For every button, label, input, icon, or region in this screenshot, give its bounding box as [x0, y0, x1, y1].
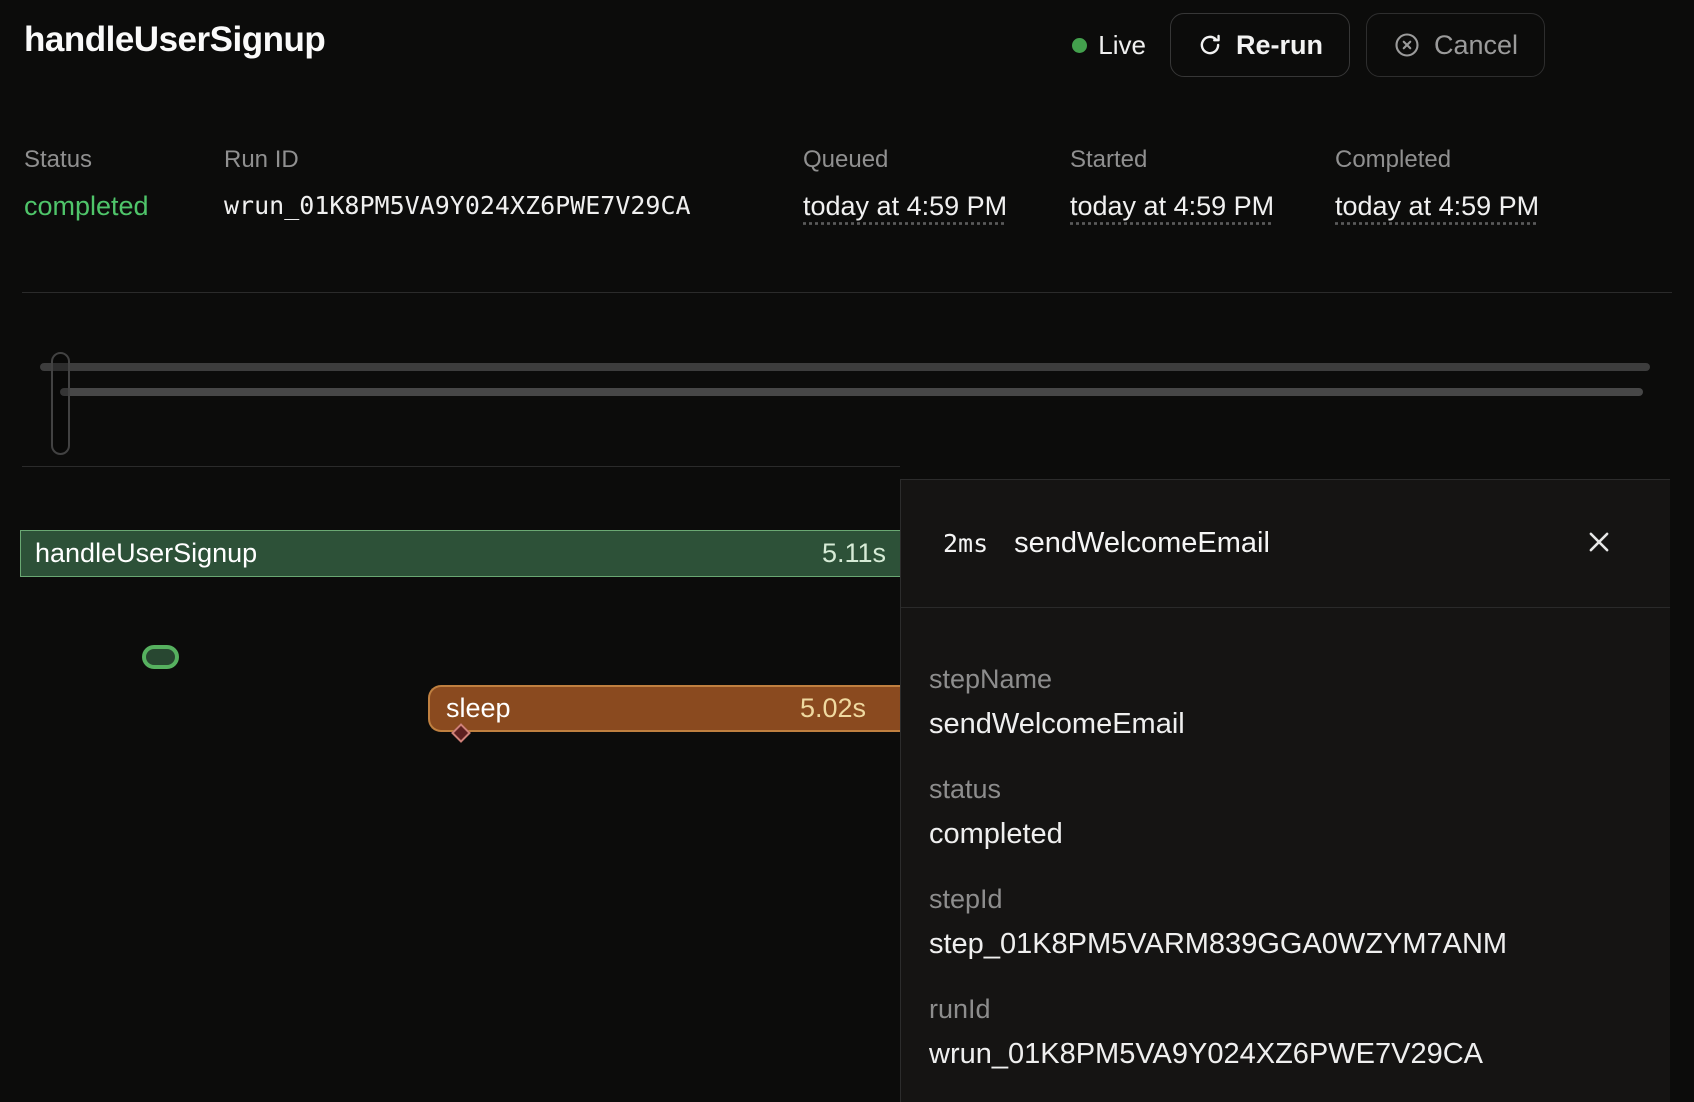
live-label: Live: [1098, 30, 1146, 61]
meta-run-id: Run ID wrun_01K8PM5VA9Y024XZ6PWE7V29CA: [224, 146, 691, 220]
minimap-viewport-handle[interactable]: [51, 352, 70, 455]
step-detail-header: 2ms sendWelcomeEmail: [901, 480, 1670, 608]
completed-value: today at 4:59 PM: [1335, 191, 1539, 222]
close-panel-button[interactable]: [1580, 525, 1618, 563]
close-icon: [1584, 527, 1614, 560]
header-controls: Live Re-run Cancel: [1072, 13, 1545, 77]
live-dot-icon: [1072, 38, 1087, 53]
cancel-button[interactable]: Cancel: [1366, 13, 1545, 77]
timeline-minimap[interactable]: [0, 330, 1694, 460]
run-id-value: wrun_01K8PM5VA9Y024XZ6PWE7V29CA: [224, 191, 691, 220]
field-key: runId: [929, 994, 1640, 1025]
meta-label: Status: [24, 146, 149, 174]
step-detail-body: stepName sendWelcomeEmail status complet…: [901, 608, 1670, 1071]
workflow-run-page: handleUserSignup Live Re-run Cancel: [0, 0, 1694, 1102]
field-key: stepId: [929, 884, 1640, 915]
started-value: today at 4:59 PM: [1070, 191, 1274, 222]
meta-label: Queued: [803, 146, 1007, 174]
minimap-sleep-bar: [60, 388, 1643, 396]
queued-value: today at 4:59 PM: [803, 191, 1007, 222]
meta-label: Started: [1070, 146, 1274, 174]
meta-queued: Queued today at 4:59 PM: [803, 146, 1007, 222]
field-value: completed: [929, 818, 1640, 851]
page-title: handleUserSignup: [24, 20, 325, 60]
meta-label: Run ID: [224, 146, 691, 174]
meta-status: Status completed: [24, 146, 149, 222]
meta-completed: Completed today at 4:59 PM: [1335, 146, 1539, 222]
refresh-icon: [1197, 32, 1223, 58]
gantt-bar-label: sleep: [446, 693, 511, 724]
step-detail-panel: 2ms sendWelcomeEmail stepName sendWelcom…: [900, 479, 1670, 1102]
field-value: sendWelcomeEmail: [929, 708, 1640, 741]
gantt-bar-label: handleUserSignup: [35, 538, 257, 569]
gantt-top-divider: [22, 466, 900, 467]
step-title: sendWelcomeEmail: [1014, 527, 1270, 560]
field-stepname: stepName sendWelcomeEmail: [929, 664, 1640, 741]
rerun-label: Re-run: [1236, 30, 1323, 61]
step-duration: 2ms: [943, 529, 988, 558]
gantt-bar-sleep[interactable]: sleep 5.02s: [428, 685, 900, 732]
field-status: status completed: [929, 774, 1640, 851]
field-value: wrun_01K8PM5VA9Y024XZ6PWE7V29CA: [929, 1038, 1640, 1071]
gantt-bar-duration: 5.02s: [800, 693, 866, 724]
field-stepid: stepId step_01K8PM5VARM839GGA0WZYM7ANM: [929, 884, 1640, 961]
gantt-step-pill-sendwelcomeemail[interactable]: [142, 645, 179, 669]
field-key: status: [929, 774, 1640, 805]
live-indicator: Live: [1072, 30, 1146, 61]
divider: [22, 292, 1672, 293]
minimap-workflow-bar: [40, 363, 1650, 371]
field-value: step_01K8PM5VARM839GGA0WZYM7ANM: [929, 928, 1640, 961]
gantt-bar-duration: 5.11s: [822, 538, 886, 569]
meta-label: Completed: [1335, 146, 1539, 174]
rerun-button[interactable]: Re-run: [1170, 13, 1350, 77]
gantt-bar-handleusersignup[interactable]: handleUserSignup 5.11s: [20, 530, 900, 577]
field-runid: runId wrun_01K8PM5VA9Y024XZ6PWE7V29CA: [929, 994, 1640, 1071]
meta-started: Started today at 4:59 PM: [1070, 146, 1274, 222]
field-key: stepName: [929, 664, 1640, 695]
status-value: completed: [24, 191, 149, 222]
cancel-label: Cancel: [1434, 30, 1518, 61]
cancel-circle-icon: [1393, 31, 1421, 59]
